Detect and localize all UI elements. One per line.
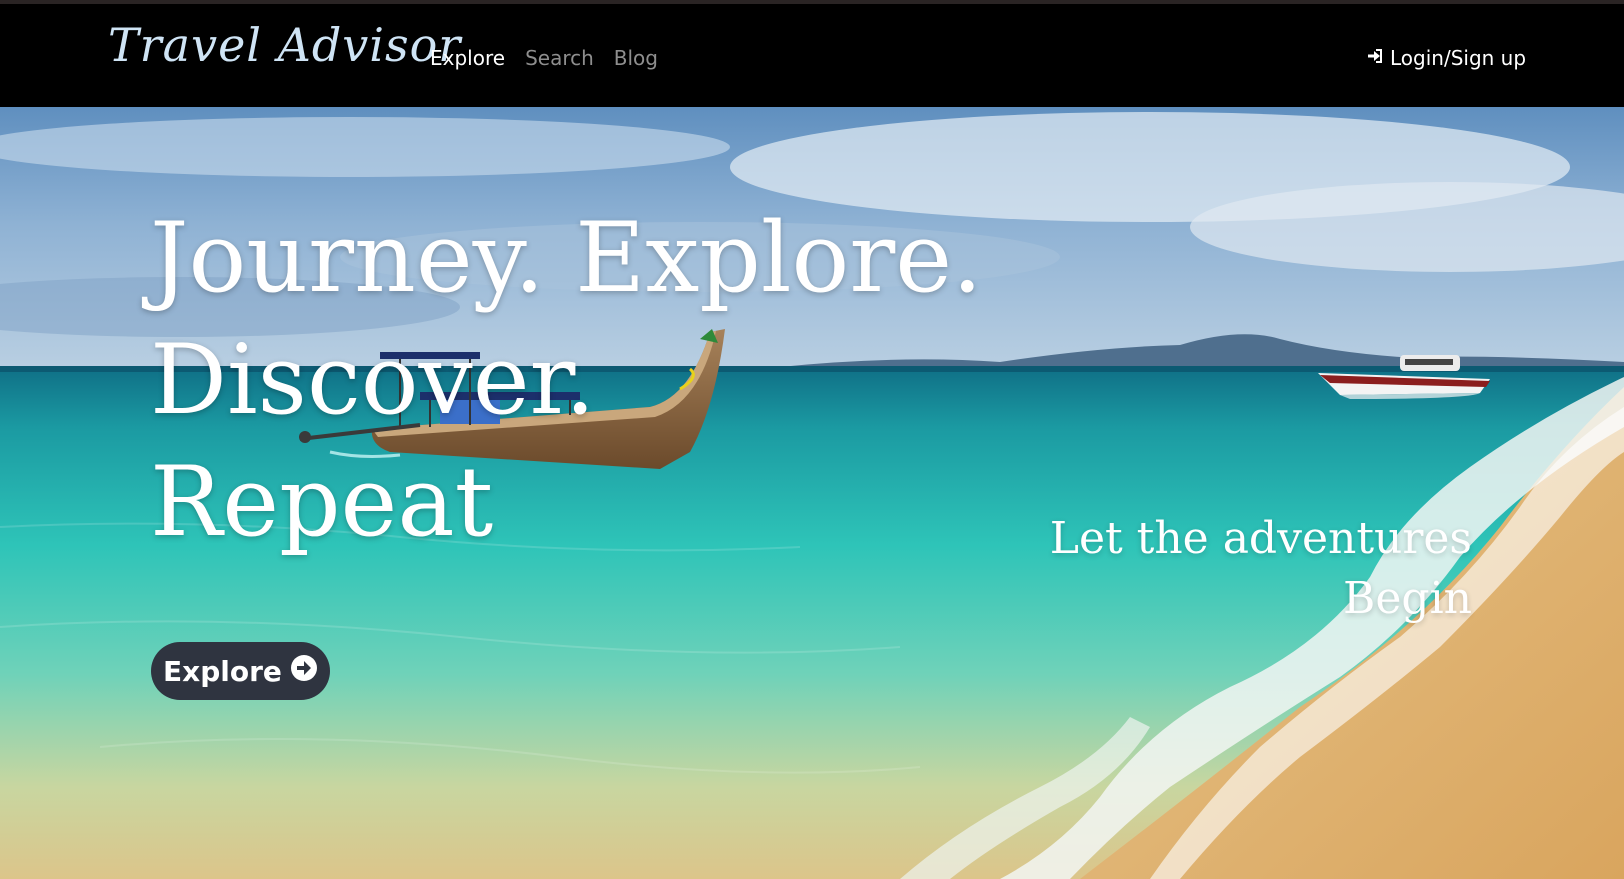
- nav-item-blog[interactable]: Blog: [614, 46, 658, 70]
- headline-line-1: Journey. Explore. Discover.: [150, 202, 983, 436]
- sign-in-icon: [1366, 46, 1384, 70]
- explore-button-label: Explore: [163, 654, 282, 688]
- explore-button[interactable]: Explore: [151, 642, 330, 700]
- hero-tagline: Let the adventures Begin: [980, 509, 1472, 629]
- tagline-line-2: Begin: [1343, 573, 1472, 624]
- arrow-circle-right-icon: [290, 654, 318, 689]
- navbar: Travel Advisor Explore Search Blog Login…: [0, 4, 1624, 107]
- nav-item-search[interactable]: Search: [525, 46, 594, 70]
- login-signup-label: Login/Sign up: [1390, 46, 1527, 70]
- brand-logo[interactable]: Travel Advisor: [108, 18, 461, 72]
- nav-item-explore[interactable]: Explore: [430, 46, 505, 70]
- tagline-line-1: Let the adventures: [1049, 513, 1472, 564]
- hero-section: Journey. Explore. Discover. Repeat Let t…: [0, 107, 1624, 879]
- login-signup-link[interactable]: Login/Sign up: [1366, 46, 1526, 70]
- nav-links: Explore Search Blog: [430, 46, 658, 70]
